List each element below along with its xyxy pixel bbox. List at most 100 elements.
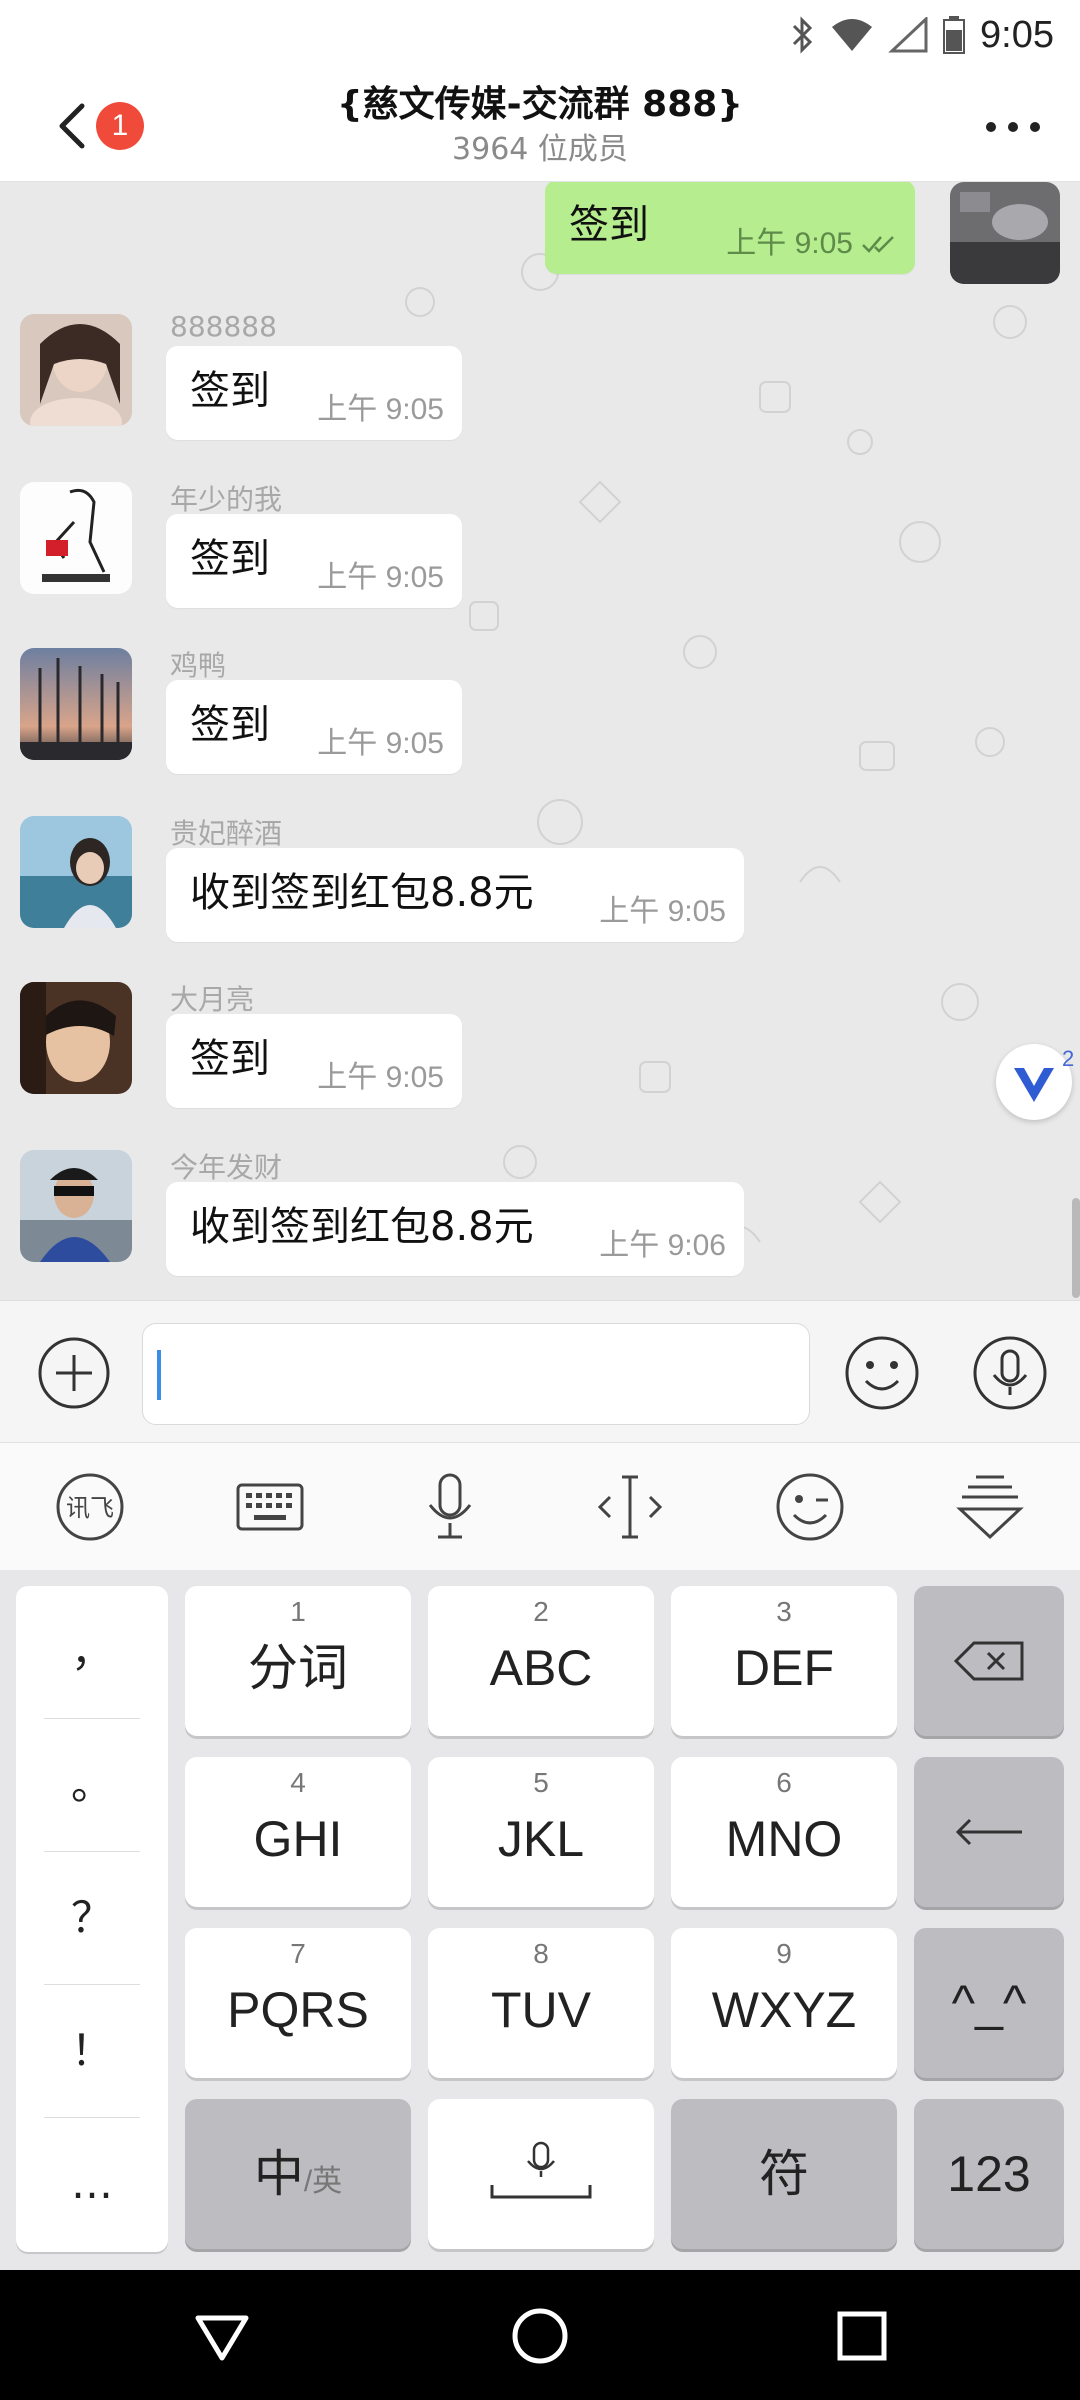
sender-name: 年少的我 [170, 483, 283, 516]
message-bubble[interactable]: 收到签到红包8.8元 上午 9:05 [166, 848, 744, 942]
message-time: 上午 9:05 [726, 218, 897, 262]
message-time: 上午 9:05 [599, 895, 726, 928]
key-6[interactable]: 6 MNO [671, 1757, 897, 1907]
punct-key[interactable]: 。 [16, 1719, 168, 1851]
message-bubble[interactable]: 签到 上午 9:05 [166, 346, 462, 440]
voice-message-button[interactable] [970, 1333, 1050, 1413]
punct-key[interactable]: ！ [16, 1985, 168, 2117]
backspace-key[interactable] [914, 1586, 1064, 1736]
message-time: 上午 9:05 [317, 727, 444, 760]
symbol-key[interactable]: 符 [671, 2099, 897, 2249]
message-bubble[interactable]: 签到 上午 9:05 [166, 1014, 462, 1108]
message-bubble[interactable]: 收到签到红包8.8元 上午 9:06 [166, 1182, 744, 1276]
voice-input-button[interactable] [412, 1471, 488, 1543]
own-avatar[interactable] [950, 182, 1060, 284]
ifly-button[interactable]: 讯飞 [52, 1471, 128, 1543]
space-mic-icon [490, 2141, 592, 2199]
message-text: 收到签到红包8.8元 [190, 870, 534, 916]
key-3[interactable]: 3 DEF [671, 1586, 897, 1736]
key-2[interactable]: 2 ABC [428, 1586, 654, 1736]
own-message-bubble[interactable]: 签到 上午 9:05 [545, 182, 915, 274]
message-input[interactable] [142, 1323, 810, 1425]
avatar[interactable] [20, 982, 132, 1094]
system-nav-bar [0, 2270, 1080, 2400]
punctuation-column: ， 。 ？ ！ … [16, 1586, 168, 2252]
message-text: 签到 [190, 702, 270, 748]
more-button[interactable] [986, 110, 1040, 144]
scrollbar-thumb[interactable] [1072, 1198, 1080, 1298]
sender-name: 大月亮 [170, 983, 255, 1016]
floating-badge-count: 2 [1062, 1046, 1075, 1071]
back-button[interactable] [52, 98, 98, 154]
text-caret [157, 1350, 161, 1400]
battery-icon [942, 15, 966, 55]
avatar[interactable] [20, 1150, 132, 1262]
nav-recents-button[interactable] [830, 2304, 894, 2368]
nav-back-button[interactable] [190, 2304, 254, 2368]
emoticon-panel-button[interactable] [772, 1471, 848, 1543]
key-1[interactable]: 1 分词 [185, 1586, 411, 1736]
punct-key[interactable]: ？ [16, 1852, 168, 1984]
microphone-icon [973, 1336, 1047, 1410]
number-key[interactable]: 123 [914, 2099, 1064, 2249]
member-count: 3964 位成员 [452, 132, 628, 167]
cursor-icon [597, 1475, 663, 1539]
chat-header: 1 {慈文传媒-交流群 888} 3964 位成员 [0, 70, 1080, 182]
v-logo-icon [1014, 1068, 1054, 1102]
avatar[interactable] [20, 314, 132, 426]
key-7[interactable]: 7 PQRS [185, 1928, 411, 2078]
bluetooth-icon [790, 16, 816, 54]
unread-badge: 1 [96, 102, 144, 150]
add-attachment-button[interactable] [36, 1335, 112, 1411]
message-bubble[interactable]: 签到 上午 9:05 [166, 680, 462, 774]
input-bar [0, 1300, 1080, 1442]
language-switch-key[interactable]: 中/英 [185, 2099, 411, 2249]
wifi-icon [830, 17, 874, 53]
lang-main: 中 [253, 2146, 304, 2202]
read-ticks-icon [862, 236, 894, 253]
lang-sub: /英 [303, 2165, 343, 2198]
wink-icon [776, 1473, 844, 1541]
avatar[interactable] [20, 816, 132, 928]
more-icon [986, 122, 996, 132]
avatar[interactable] [20, 482, 132, 594]
emoji-button[interactable] [842, 1333, 922, 1413]
ifly-icon: 讯飞 [56, 1473, 124, 1541]
floating-assistant-button[interactable] [996, 1044, 1072, 1120]
message-text: 签到 [190, 536, 270, 582]
message-time: 上午 9:05 [317, 561, 444, 594]
microphone-icon [428, 1473, 472, 1539]
key-4[interactable]: 4 GHI [185, 1757, 411, 1907]
nav-home-button[interactable] [508, 2304, 572, 2368]
cursor-move-button[interactable] [592, 1471, 668, 1543]
svg-text:讯飞: 讯飞 [66, 1494, 114, 1522]
message-text: 收到签到红包8.8元 [190, 1204, 534, 1250]
enter-key[interactable] [914, 1757, 1064, 1907]
chat-background-pattern [405, 253, 1027, 1243]
key-8[interactable]: 8 TUV [428, 1928, 654, 2078]
chat-area[interactable]: 签到 上午 9:05 888888 签到 上午 9:05 年少的我 签到 上午 … [0, 182, 1080, 1300]
message-text: 签到 [190, 368, 270, 414]
enter-icon [955, 1818, 1022, 1846]
message-time: 上午 9:06 [599, 1229, 726, 1262]
sender-name: 贵妃醉酒 [170, 817, 283, 850]
key-9[interactable]: 9 WXYZ [671, 1928, 897, 2078]
keyboard-icon [236, 1483, 304, 1531]
punct-key[interactable]: ， [16, 1586, 168, 1718]
avatar[interactable] [20, 648, 132, 760]
key-5[interactable]: 5 JKL [428, 1757, 654, 1907]
sender-name: 今年发财 [170, 1151, 283, 1184]
message-bubble[interactable]: 签到 上午 9:05 [166, 514, 462, 608]
punct-key[interactable]: … [16, 2118, 168, 2250]
space-key[interactable] [428, 2099, 654, 2249]
emoticon-key[interactable]: ^_^ [914, 1928, 1064, 2078]
status-time: 9:05 [980, 13, 1054, 56]
message-text: 签到 [190, 1036, 270, 1082]
keyboard-switch-button[interactable] [232, 1471, 308, 1543]
home-circle-icon [512, 2308, 568, 2364]
hide-keyboard-button[interactable] [952, 1471, 1028, 1543]
status-bar: 9:05 [0, 0, 1080, 70]
back-triangle-icon [195, 2315, 249, 2361]
t9-keyboard: ， 。 ？ ！ … 1 分词 2 ABC 3 DEF 4 GHI 5 JKL 6… [0, 1570, 1080, 2270]
back-icon [59, 103, 85, 149]
